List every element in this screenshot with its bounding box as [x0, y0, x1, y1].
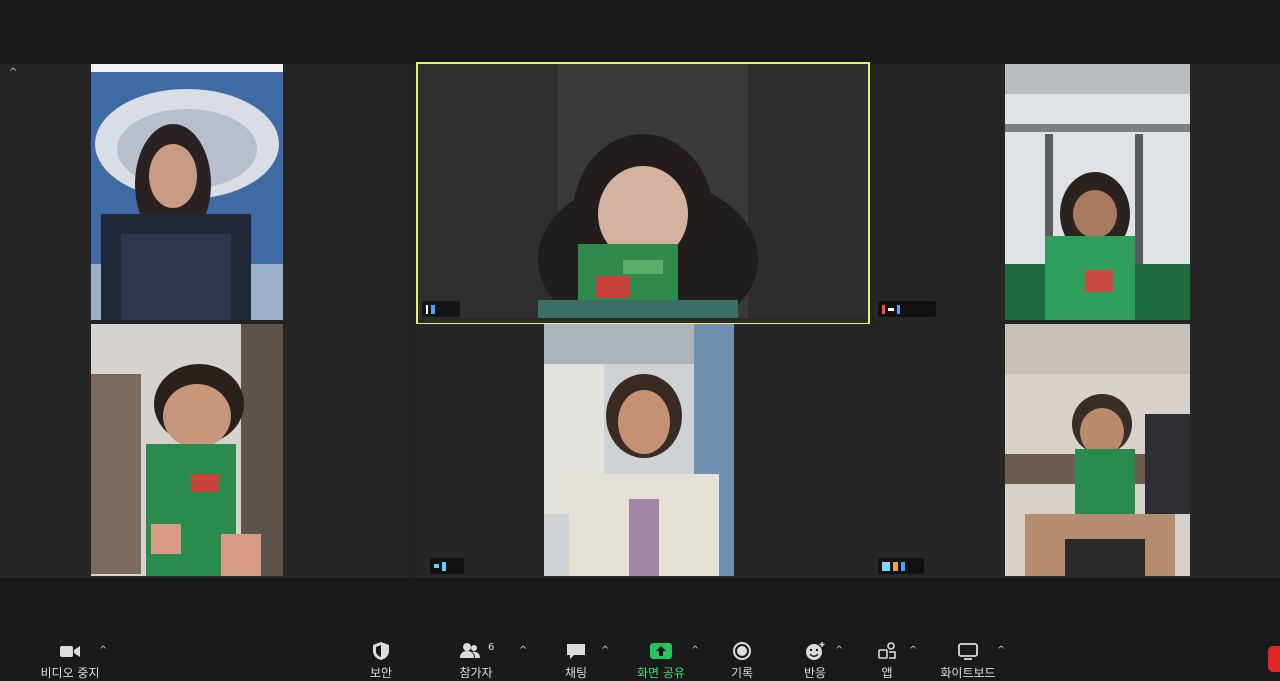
- participant-video-5: [544, 324, 734, 576]
- video-tile-6[interactable]: [874, 324, 1280, 578]
- name-chip-mark: [882, 561, 890, 571]
- apps-icon: [878, 642, 896, 659]
- record-icon: [733, 642, 751, 660]
- reactions-label: 반응: [803, 666, 827, 680]
- mic-indicator-icon: [901, 561, 905, 571]
- end-meeting-button[interactable]: [1268, 646, 1280, 672]
- apps-options-caret[interactable]: ^: [909, 645, 917, 656]
- shield-icon: [373, 642, 389, 660]
- video-tile-2[interactable]: [416, 64, 870, 324]
- mic-indicator-icon: [897, 304, 900, 314]
- participant-video-2: [418, 64, 868, 318]
- name-chip-mark: [893, 561, 898, 571]
- chat-label: 채팅: [564, 666, 588, 680]
- name-chip-mark: [426, 304, 428, 314]
- share-screen-label: 화면 공유: [637, 666, 685, 680]
- video-options-caret[interactable]: ^: [99, 645, 107, 656]
- share-screen-icon: [650, 643, 672, 659]
- mic-indicator-icon: [442, 561, 446, 571]
- mic-indicator-icon: [431, 304, 435, 314]
- apps-label: 앱: [881, 666, 893, 680]
- share-screen-button[interactable]: 화면 공유: [621, 638, 701, 680]
- video-tile-4[interactable]: [0, 324, 412, 578]
- video-tile-3[interactable]: [874, 64, 1280, 320]
- whiteboard-icon: [958, 643, 978, 660]
- chat-options-caret[interactable]: ^: [601, 645, 609, 656]
- reactions-options-caret[interactable]: ^: [835, 645, 843, 656]
- video-tile-5[interactable]: [416, 324, 870, 578]
- audio-options-caret[interactable]: ^: [9, 67, 17, 78]
- stop-video-label: 비디오 중지: [40, 666, 100, 680]
- whiteboard-label: 화이트보드: [940, 666, 996, 680]
- participant-video-6: [1005, 324, 1190, 576]
- mic-muted-icon: [882, 304, 885, 314]
- video-camera-icon: [60, 646, 80, 657]
- record-label: 기록: [730, 666, 754, 680]
- whiteboard-options-caret[interactable]: ^: [997, 645, 1005, 656]
- security-button[interactable]: 보안: [341, 638, 421, 680]
- name-chip-6: [878, 558, 924, 574]
- record-button[interactable]: 기록: [702, 638, 782, 680]
- participants-button[interactable]: 6 참가자: [436, 638, 516, 680]
- name-chip-mark: [888, 307, 894, 311]
- participants-icon: [460, 643, 480, 658]
- participant-video-4: [91, 324, 283, 576]
- share-options-caret[interactable]: ^: [691, 645, 699, 656]
- name-chip-5: [430, 558, 464, 574]
- name-chip-2: [422, 301, 460, 317]
- participant-count: 6: [488, 642, 495, 653]
- top-bar: [0, 0, 1280, 64]
- chat-bubble-icon: [567, 644, 585, 659]
- name-chip-mark: [434, 564, 439, 568]
- stop-video-button[interactable]: 비디오 중지: [30, 638, 110, 680]
- participant-video-3: [1005, 64, 1190, 320]
- whiteboard-button[interactable]: 화이트보드: [928, 638, 1008, 680]
- participants-label: 참가자: [459, 666, 493, 680]
- smiley-icon: [806, 642, 825, 660]
- security-label: 보안: [369, 666, 393, 680]
- video-tile-1[interactable]: [0, 64, 412, 320]
- name-chip-3: [878, 301, 936, 317]
- participants-options-caret[interactable]: ^: [519, 645, 527, 656]
- participant-video-1: [91, 64, 283, 320]
